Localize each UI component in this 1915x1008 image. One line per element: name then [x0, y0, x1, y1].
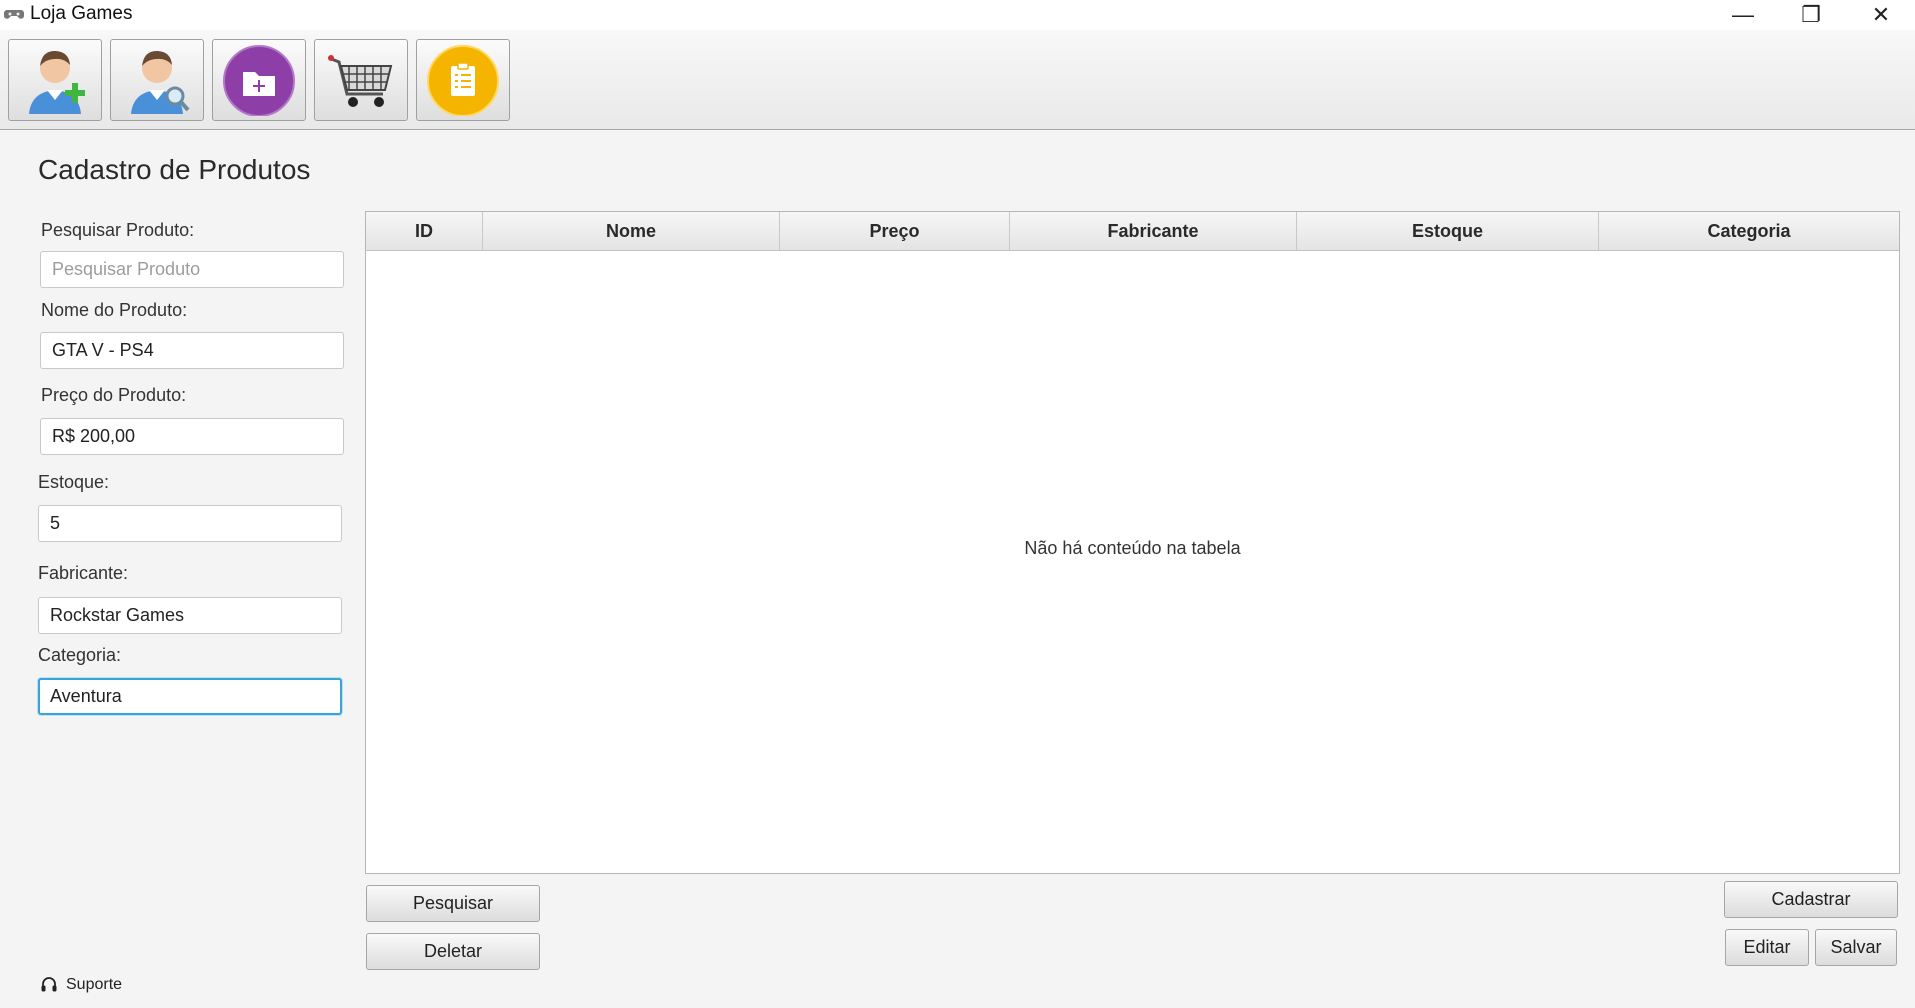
column-header-id[interactable]: ID: [366, 212, 483, 250]
save-button[interactable]: Salvar: [1815, 929, 1897, 966]
manufacturer-input[interactable]: [38, 597, 342, 634]
toolbar: [0, 30, 1915, 130]
stock-label: Estoque:: [38, 472, 110, 492]
search-user-icon: [131, 50, 190, 114]
title-bar: Loja Games — ❐ ✕: [0, 0, 1915, 30]
minimize-button[interactable]: —: [1709, 0, 1777, 30]
name-label: Nome do Produto:: [41, 300, 188, 320]
category-label: Categoria:: [38, 645, 122, 665]
shopping-cart-icon: [328, 55, 393, 107]
delete-button[interactable]: Deletar: [366, 933, 540, 970]
search-button[interactable]: Pesquisar: [366, 885, 540, 922]
column-header-preco[interactable]: Preço: [780, 212, 1010, 250]
maximize-button[interactable]: ❐: [1777, 0, 1845, 30]
edit-button[interactable]: Editar: [1725, 929, 1809, 966]
add-user-icon: [29, 50, 85, 114]
product-price-input[interactable]: [40, 418, 344, 455]
search-client-button[interactable]: [110, 39, 204, 121]
maker-label: Fabricante:: [38, 563, 129, 583]
support-link[interactable]: Suporte: [40, 976, 122, 994]
price-label: Preço do Produto:: [41, 385, 187, 405]
column-header-nome[interactable]: Nome: [483, 212, 780, 250]
table-header: ID Nome Preço Fabricante Estoque Categor…: [366, 212, 1899, 251]
clipboard-icon: [427, 45, 499, 116]
products-table[interactable]: ID Nome Preço Fabricante Estoque Categor…: [365, 211, 1900, 874]
close-button[interactable]: ✕: [1847, 0, 1915, 30]
cart-button[interactable]: [314, 39, 408, 121]
product-name-input[interactable]: [40, 332, 344, 369]
category-input[interactable]: [38, 678, 342, 715]
column-header-categoria[interactable]: Categoria: [1599, 212, 1899, 250]
orders-button[interactable]: [416, 39, 510, 121]
column-header-fabricante[interactable]: Fabricante: [1010, 212, 1297, 250]
headset-icon: [41, 977, 57, 992]
page-title: Cadastro de Produtos: [38, 154, 311, 185]
support-label: Suporte: [66, 976, 123, 993]
search-label: Pesquisar Produto:: [41, 220, 195, 240]
empty-table-message: Não há conteúdo na tabela: [1024, 538, 1241, 558]
window-title: Loja Games: [30, 3, 133, 24]
search-input[interactable]: [40, 251, 344, 288]
add-folder-icon: [223, 45, 295, 116]
column-header-estoque[interactable]: Estoque: [1297, 212, 1599, 250]
register-button[interactable]: Cadastrar: [1724, 881, 1898, 918]
add-client-button[interactable]: [8, 39, 102, 121]
gamepad-icon: [4, 10, 24, 19]
stock-input[interactable]: [38, 505, 342, 542]
add-product-button[interactable]: [212, 39, 306, 121]
